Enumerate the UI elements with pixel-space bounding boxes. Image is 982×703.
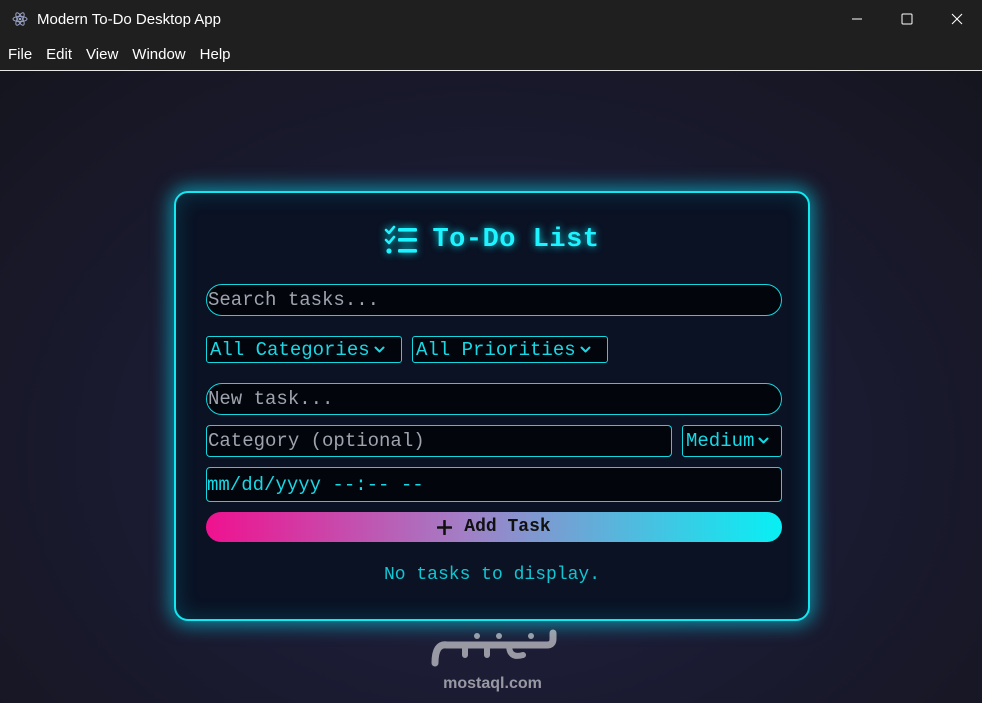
maximize-button[interactable] (882, 0, 932, 38)
category-filter-select[interactable]: All Categories (206, 336, 402, 363)
maximize-icon (901, 13, 913, 25)
due-date-value: mm/dd/yyyy --:-- -- (207, 473, 424, 496)
new-task-input[interactable]: New task... (206, 383, 782, 415)
chevron-down-icon (374, 346, 385, 352)
menu-view[interactable]: View (80, 46, 124, 63)
menu-window[interactable]: Window (126, 46, 191, 63)
priority-select[interactable]: Medium (682, 425, 782, 457)
title-bar: Modern To-Do Desktop App (0, 0, 982, 38)
checklist-icon (385, 225, 418, 254)
page-title: To-Do List (432, 225, 600, 255)
search-input[interactable]: Search tasks... (206, 284, 782, 316)
todo-heading: To-Do List (176, 225, 808, 255)
priority-filter-select[interactable]: All Priorities (412, 336, 608, 363)
mostaql-logo (431, 629, 557, 667)
menu-help[interactable]: Help (194, 46, 237, 63)
search-placeholder: Search tasks... (208, 289, 380, 311)
menu-bar: File Edit View Window Help (0, 38, 982, 71)
due-date-input[interactable]: mm/dd/yyyy --:-- -- (206, 467, 782, 502)
category-placeholder: Category (optional) (208, 430, 425, 452)
category-filter-value: All Categories (210, 338, 370, 361)
priority-value: Medium (686, 430, 755, 452)
todo-card: To-Do List Search tasks... All Categorie… (174, 191, 810, 621)
app-content: To-Do List Search tasks... All Categorie… (0, 71, 982, 703)
close-button[interactable] (932, 0, 982, 38)
plus-icon (437, 519, 453, 535)
watermark-text: mostaql.com (443, 675, 542, 692)
window-title: Modern To-Do Desktop App (37, 10, 221, 28)
priority-filter-value: All Priorities (416, 338, 576, 361)
minimize-button[interactable] (832, 0, 882, 38)
menu-file[interactable]: File (2, 46, 38, 63)
new-task-placeholder: New task... (208, 388, 334, 410)
minimize-icon (852, 18, 862, 20)
window-controls (832, 0, 982, 38)
chevron-down-icon (758, 437, 769, 444)
close-icon (951, 13, 963, 25)
empty-state-message: No tasks to display. (383, 565, 601, 585)
menu-edit[interactable]: Edit (40, 46, 78, 63)
chevron-down-icon (580, 346, 591, 352)
category-input[interactable]: Category (optional) (206, 425, 672, 457)
add-task-label: Add Task (464, 517, 551, 537)
electron-icon (12, 12, 28, 26)
watermark-logo: mostaql.com (425, 629, 560, 695)
add-task-button[interactable]: Add Task (206, 512, 782, 542)
